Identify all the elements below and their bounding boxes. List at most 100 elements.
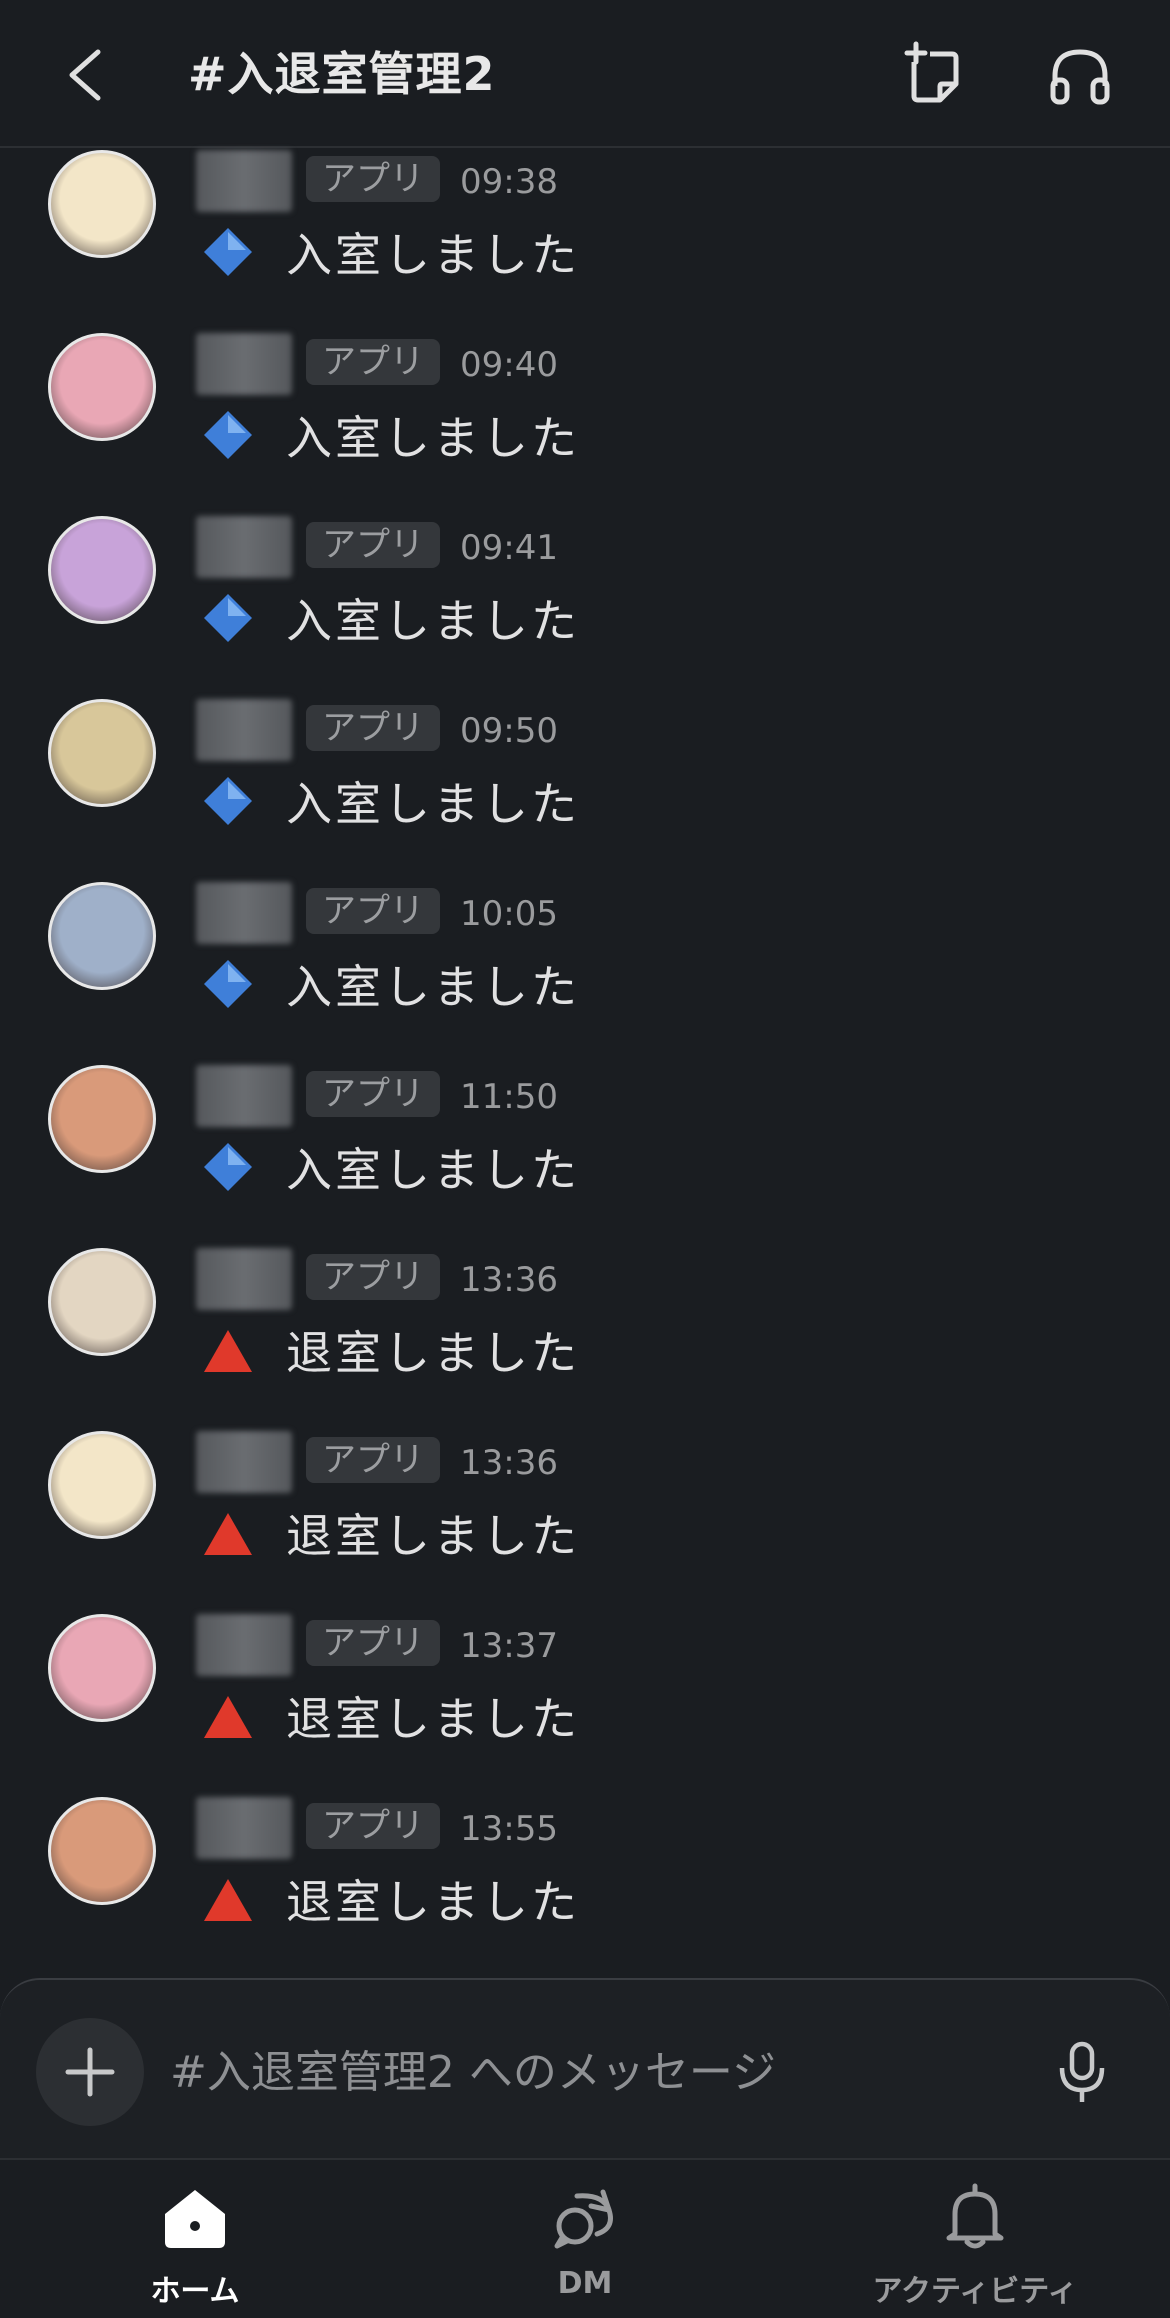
message-timestamp: 13:36 — [460, 1260, 558, 1300]
app-badge: アプリ — [306, 1437, 440, 1483]
message-row[interactable]: アプリ 13:37 退室しました — [0, 1614, 1170, 1797]
nav-dm-label: DM — [557, 2266, 613, 2301]
sender-name-redacted[interactable] — [196, 1248, 292, 1310]
microphone-icon — [1059, 2041, 1105, 2102]
avatar[interactable] — [48, 699, 156, 807]
message-text: 入室しました — [286, 1143, 580, 1197]
message-timestamp: 13:55 — [460, 1809, 558, 1849]
message-text: 退室しました — [286, 1509, 580, 1563]
sender-name-redacted[interactable] — [196, 516, 292, 578]
app-badge: アプリ — [306, 1254, 440, 1300]
avatar[interactable] — [48, 1065, 156, 1173]
message-row[interactable]: アプリ 09:41 入室しました — [0, 516, 1170, 699]
red-triangle-icon — [204, 1330, 252, 1372]
avatar[interactable] — [48, 1614, 156, 1722]
message-text: 入室しました — [286, 777, 580, 831]
avatar[interactable] — [48, 1431, 156, 1539]
app-badge: アプリ — [306, 339, 440, 385]
message-timestamp: 09:38 — [460, 162, 558, 202]
headphones-icon — [1050, 49, 1110, 105]
plus-icon — [65, 2047, 115, 2097]
message-timestamp: 10:05 — [460, 894, 558, 934]
blue-diamond-icon — [204, 777, 252, 825]
bell-icon — [946, 2183, 1004, 2249]
message-text: 退室しました — [286, 1692, 580, 1746]
avatar[interactable] — [48, 333, 156, 441]
app-badge: アプリ — [306, 705, 440, 751]
message-body: 入室しました — [200, 952, 580, 1016]
message-text: 入室しました — [286, 960, 580, 1014]
message-input[interactable] — [168, 2036, 1022, 2108]
message-timestamp: 13:37 — [460, 1626, 558, 1666]
message-row[interactable]: アプリ 13:36 退室しました — [0, 1431, 1170, 1614]
message-row[interactable]: アプリ 09:38 入室しました — [0, 150, 1170, 333]
blue-diamond-icon — [204, 411, 252, 459]
bottom-navigation: ホーム DM アクティビティ — [0, 2158, 1170, 2318]
nav-home-label: ホーム — [150, 2274, 240, 2309]
message-text: 退室しました — [286, 1875, 580, 1929]
sender-name-redacted[interactable] — [196, 699, 292, 761]
message-body: 退室しました — [200, 1684, 580, 1748]
avatar[interactable] — [48, 1797, 156, 1905]
red-triangle-icon — [204, 1696, 252, 1738]
sender-name-redacted[interactable] — [196, 1431, 292, 1493]
message-row[interactable]: アプリ 10:05 入室しました — [0, 882, 1170, 1065]
nav-dm[interactable]: DM — [510, 2180, 660, 2310]
dm-bubbles-icon — [554, 2189, 613, 2249]
message-body: 入室しました — [200, 220, 580, 284]
huddle-button[interactable] — [1045, 40, 1115, 110]
blue-diamond-icon — [204, 960, 252, 1008]
message-row[interactable]: アプリ 11:50 入室しました — [0, 1065, 1170, 1248]
message-timestamp: 13:36 — [460, 1443, 558, 1483]
canvas-button[interactable] — [900, 40, 970, 110]
channel-header: #入退室管理2 — [0, 0, 1170, 148]
nav-activity[interactable]: アクティビティ — [850, 2180, 1100, 2310]
message-body: 入室しました — [200, 1135, 580, 1199]
sender-name-redacted[interactable] — [196, 882, 292, 944]
avatar[interactable] — [48, 150, 156, 258]
red-triangle-icon — [204, 1513, 252, 1555]
add-attachment-button[interactable] — [36, 2018, 144, 2126]
avatar[interactable] — [48, 882, 156, 990]
message-body: 入室しました — [200, 586, 580, 650]
message-timestamp: 09:41 — [460, 528, 558, 568]
home-icon — [165, 2190, 225, 2248]
sender-name-redacted[interactable] — [196, 1065, 292, 1127]
app-badge: アプリ — [306, 888, 440, 934]
blue-diamond-icon — [204, 594, 252, 642]
message-text: 退室しました — [286, 1326, 580, 1380]
message-row[interactable]: アプリ 09:50 入室しました — [0, 699, 1170, 882]
back-button[interactable] — [58, 40, 118, 110]
message-body: 退室しました — [200, 1867, 580, 1931]
app-badge: アプリ — [306, 522, 440, 568]
message-row[interactable]: アプリ 13:36 退室しました — [0, 1248, 1170, 1431]
sender-name-redacted[interactable] — [196, 1797, 292, 1859]
message-body: 入室しました — [200, 403, 580, 467]
chevron-left-icon — [69, 49, 101, 101]
voice-record-button[interactable] — [1052, 2030, 1112, 2110]
nav-home[interactable]: ホーム — [120, 2180, 270, 2310]
message-body: 退室しました — [200, 1318, 580, 1382]
message-row[interactable]: アプリ 13:55 退室しました — [0, 1797, 1170, 1980]
avatar[interactable] — [48, 1248, 156, 1356]
sender-name-redacted[interactable] — [196, 333, 292, 395]
message-body: 退室しました — [200, 1501, 580, 1565]
channel-title[interactable]: #入退室管理2 — [188, 42, 496, 106]
blue-diamond-icon — [204, 228, 252, 276]
app-badge: アプリ — [306, 1620, 440, 1666]
red-triangle-icon — [204, 1879, 252, 1921]
app-badge: アプリ — [306, 1803, 440, 1849]
avatar[interactable] — [48, 516, 156, 624]
sender-name-redacted[interactable] — [196, 150, 292, 212]
message-body: 入室しました — [200, 769, 580, 833]
app-badge: アプリ — [306, 156, 440, 202]
message-text: 入室しました — [286, 411, 580, 465]
message-text: 入室しました — [286, 228, 580, 282]
message-text: 入室しました — [286, 594, 580, 648]
message-composer — [0, 1978, 1170, 2158]
canvas-add-icon — [904, 41, 959, 103]
message-row[interactable]: アプリ 09:40 入室しました — [0, 333, 1170, 516]
sender-name-redacted[interactable] — [196, 1614, 292, 1676]
message-timestamp: 09:40 — [460, 345, 558, 385]
app-badge: アプリ — [306, 1071, 440, 1117]
